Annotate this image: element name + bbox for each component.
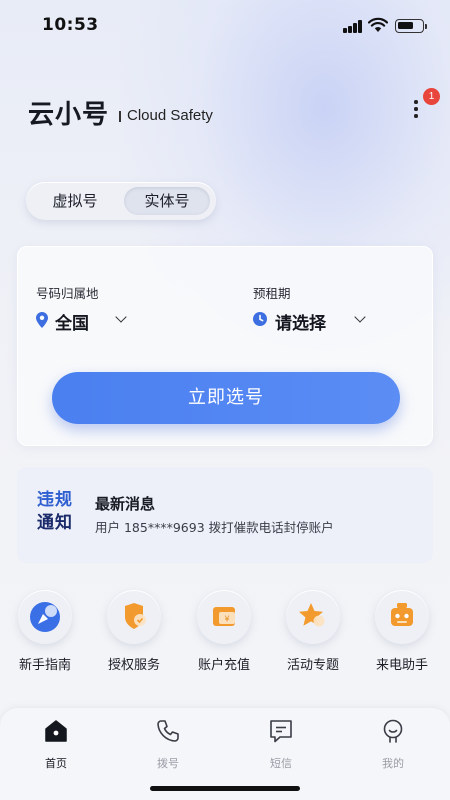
nav-home[interactable]: 首页 [26,718,86,778]
nav-label: 拨号 [157,757,179,770]
feature-campaigns[interactable]: 活动专题 [278,590,348,680]
number-selection-card: 号码归属地 全国 预租期 请选择 立即选号 [17,246,433,446]
app-subtitle: Cloud Safety [127,107,213,124]
nav-label: 我的 [382,757,404,770]
battery-icon [395,19,427,33]
logo-line-1: 违规 [37,490,73,510]
profile-icon [383,719,403,743]
wifi-icon [368,17,388,32]
location-select[interactable]: 全国 [55,309,89,334]
compass-icon [18,590,72,644]
wallet-icon: ¥ [197,590,251,644]
nav-profile[interactable]: 我的 [363,718,423,778]
violation-notice-logo: 违规 通知 [37,489,79,535]
period-chevron-down-icon[interactable] [354,311,366,323]
svg-text:¥: ¥ [224,615,229,624]
feature-label: 来电助手 [375,658,428,673]
location-label: 号码归属地 [36,286,99,301]
notification-badge: 1 [423,88,440,105]
shield-icon [107,590,161,644]
period-select[interactable]: 请选择 [275,309,326,334]
logo-line-2: 通知 [37,513,73,533]
home-icon [45,720,67,742]
feature-call-assistant[interactable]: 来电助手 [367,590,437,680]
nav-dial[interactable]: 拨号 [138,718,198,778]
notice-title: 最新消息 [95,495,156,513]
status-time: 10:53 [42,15,99,35]
location-chevron-down-icon[interactable] [115,311,127,323]
feature-account-recharge[interactable]: ¥ 账户充值 [189,590,259,680]
tab-virtual-number[interactable]: 虚拟号 [32,182,118,220]
feature-label: 授权服务 [107,658,160,673]
status-bar: 10:53 [0,0,450,54]
select-number-button[interactable]: 立即选号 [52,372,400,424]
feature-authorization-service[interactable]: 授权服务 [99,590,169,680]
location-pin-icon [36,312,48,328]
title-divider [119,111,121,122]
tab-physical-number[interactable]: 实体号 [124,187,210,215]
nav-messages[interactable]: 短信 [251,718,311,778]
feature-label: 新手指南 [18,658,71,673]
nav-label: 短信 [270,757,292,770]
home-indicator [150,786,300,791]
period-label: 预租期 [253,286,291,301]
star-icon [286,590,340,644]
clock-icon [253,312,267,326]
nav-label: 首页 [45,757,67,770]
feature-label: 活动专题 [286,658,339,673]
message-icon [270,720,292,743]
notice-text: 用户 185****9693 拨打催款电话封停账户 [95,520,334,535]
signal-icon [343,20,363,33]
feature-beginner-guide[interactable]: 新手指南 [10,590,80,680]
number-type-tabs: 虚拟号 实体号 [26,182,216,220]
robot-icon [375,590,429,644]
phone-icon [157,720,179,742]
app-title: 云小号 [28,100,110,130]
notice-card[interactable]: 违规 通知 最新消息 用户 185****9693 拨打催款电话封停账户 [17,467,433,563]
feature-label: 账户充值 [197,658,250,673]
